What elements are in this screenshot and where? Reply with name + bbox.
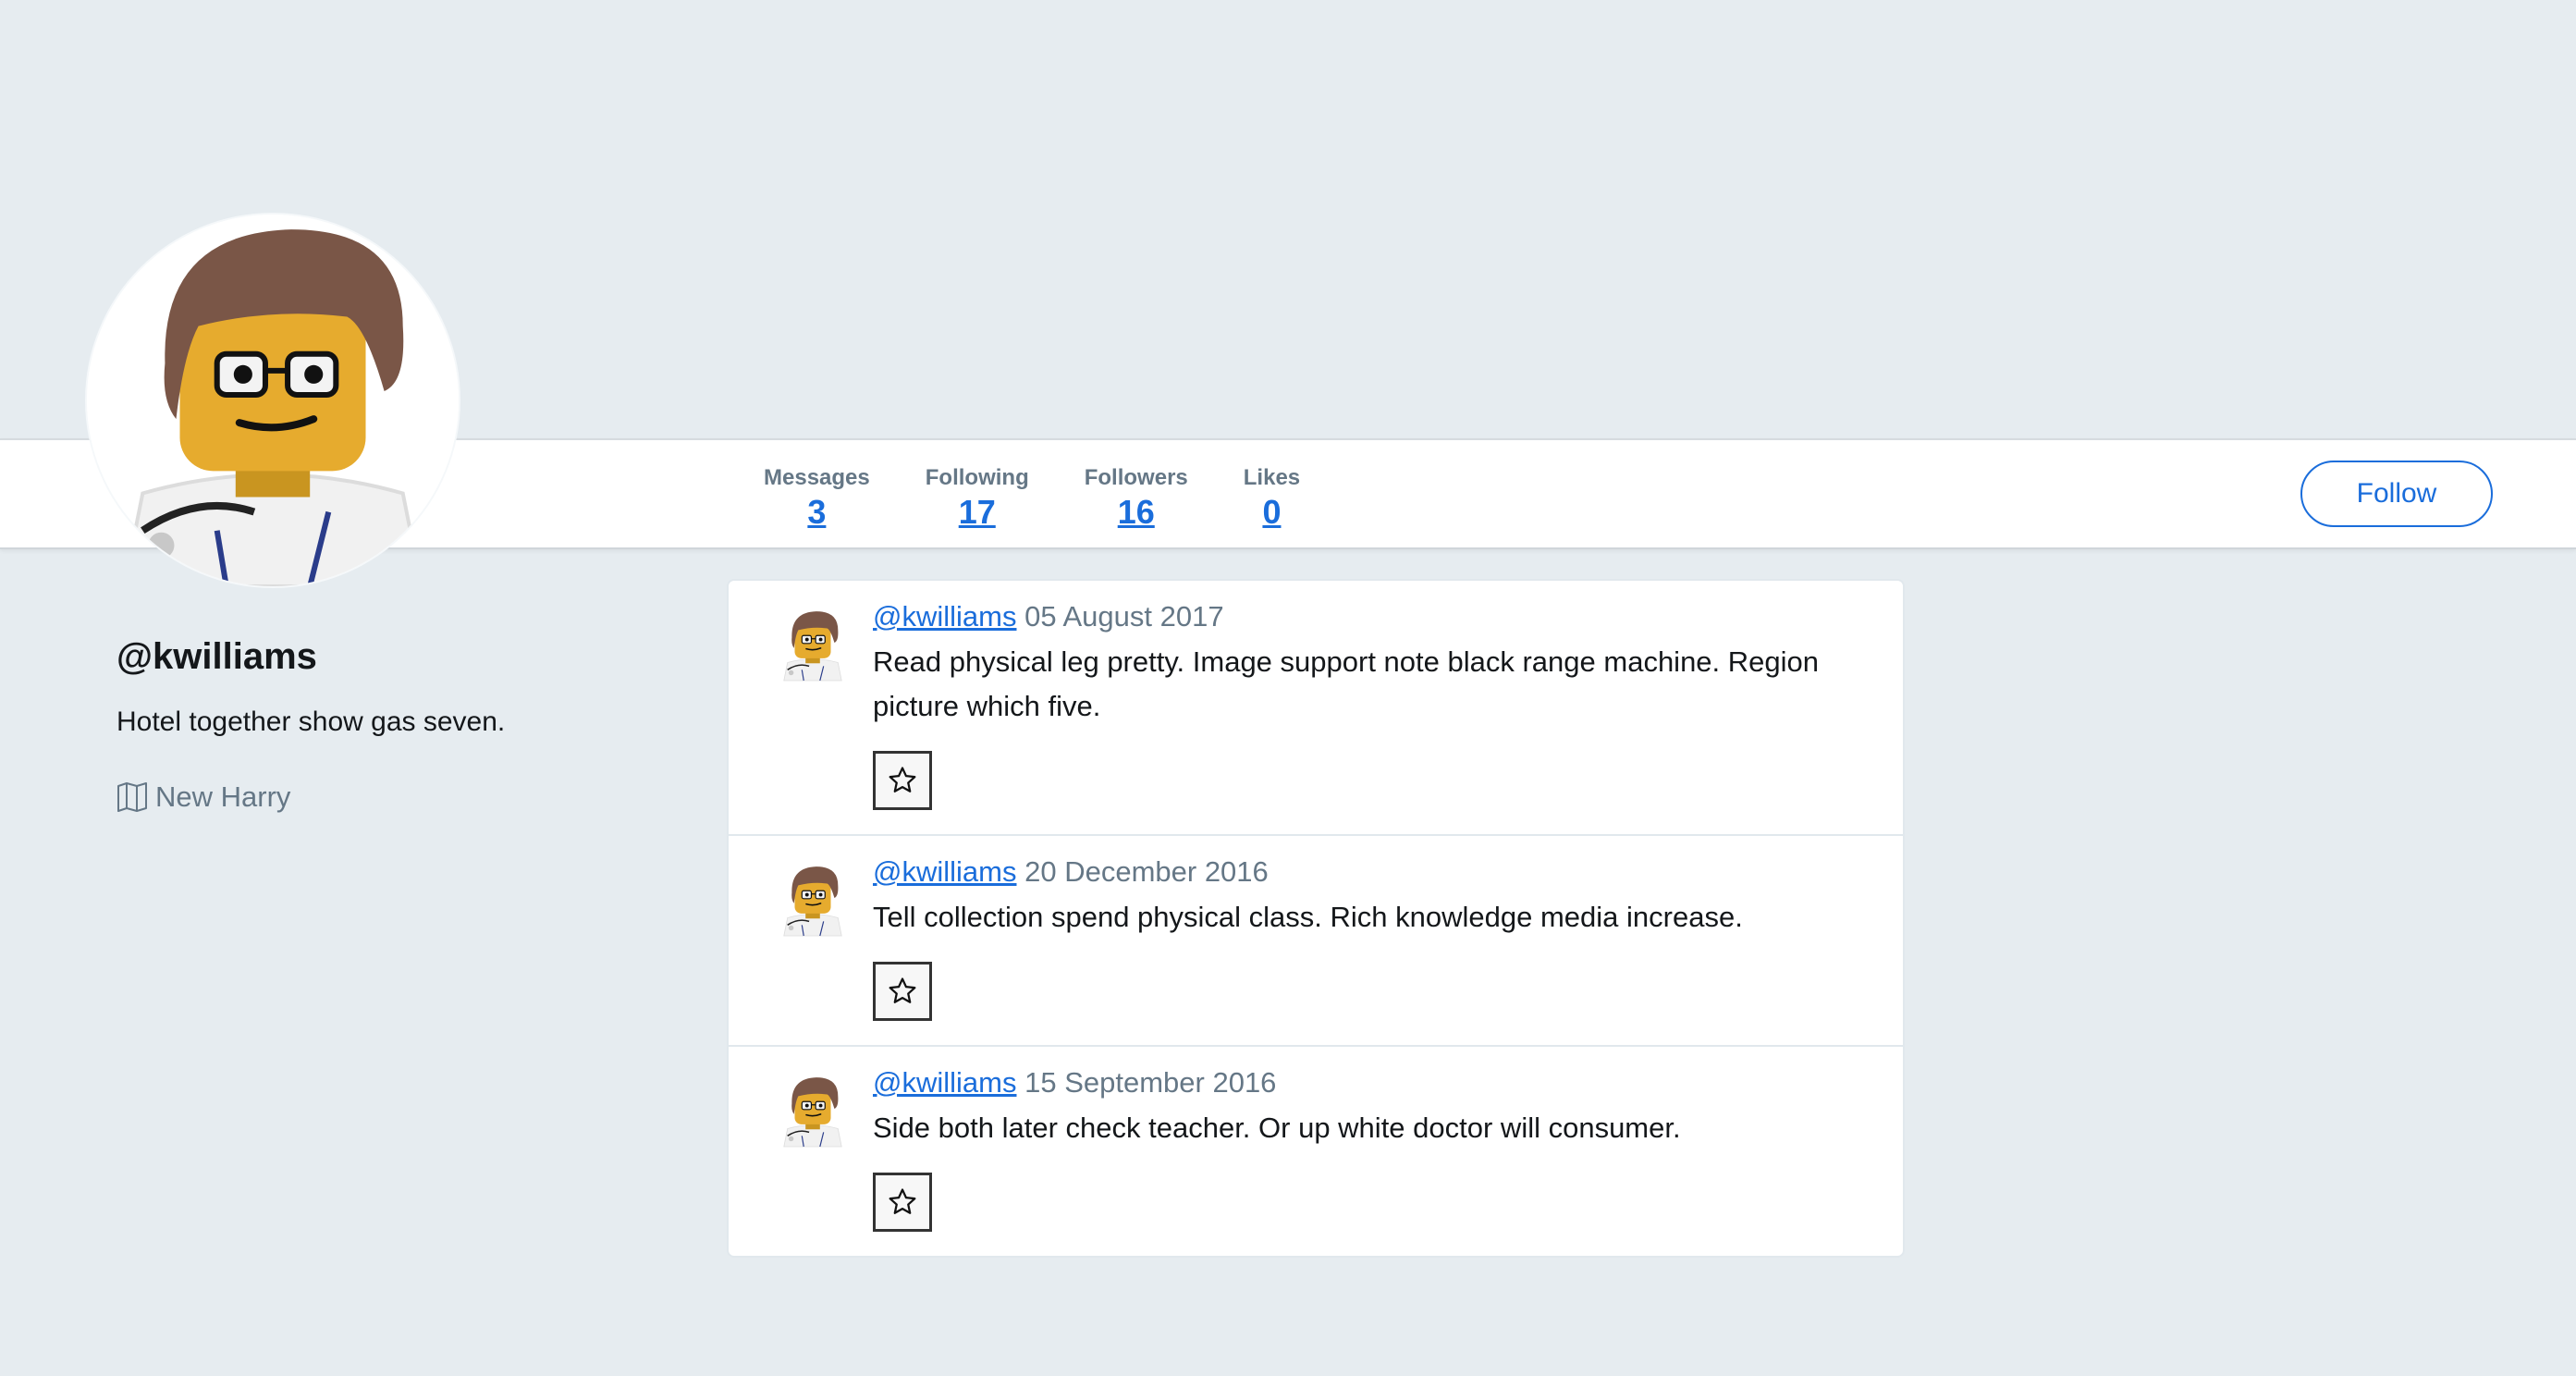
message-author-link[interactable]: @kwilliams xyxy=(873,855,1016,888)
message-item: @kwilliams 20 December 2016 Tell collect… xyxy=(729,836,1903,1047)
stat-value-link[interactable]: 0 xyxy=(1262,492,1281,533)
message-avatar[interactable] xyxy=(777,1065,849,1156)
like-button[interactable] xyxy=(873,751,932,810)
like-button[interactable] xyxy=(873,962,932,1021)
message-item: @kwilliams 15 September 2016 Side both l… xyxy=(729,1047,1903,1256)
message-body: @kwilliams 15 September 2016 Side both l… xyxy=(873,1065,1866,1232)
message-date: 15 September 2016 xyxy=(1024,1066,1277,1099)
message-header: @kwilliams 15 September 2016 xyxy=(873,1065,1866,1100)
message-avatar[interactable] xyxy=(777,854,849,945)
stat-label: Following xyxy=(925,465,1029,490)
message-date: 20 December 2016 xyxy=(1024,855,1269,888)
message-body: @kwilliams 20 December 2016 Tell collect… xyxy=(873,854,1866,1021)
stat-value-link[interactable]: 16 xyxy=(1118,492,1155,533)
message-date: 05 August 2017 xyxy=(1024,600,1224,633)
message-header: @kwilliams 05 August 2017 xyxy=(873,599,1866,634)
like-button[interactable] xyxy=(873,1173,932,1232)
message-author-link[interactable]: @kwilliams xyxy=(873,600,1016,633)
profile-avatar xyxy=(87,215,459,586)
message-feed: @kwilliams 05 August 2017 Read physical … xyxy=(727,579,1905,1258)
message-text: Read physical leg pretty. Image support … xyxy=(873,645,1820,722)
stat-following[interactable]: Following 17 xyxy=(926,464,1029,533)
profile-handle: @kwilliams xyxy=(117,636,317,677)
star-icon xyxy=(889,1188,916,1214)
profile-page: Messages 3 Following 17 Followers 16 Lik… xyxy=(0,0,2576,1376)
map-icon xyxy=(117,782,147,812)
message-avatar[interactable] xyxy=(777,599,849,690)
message-text: Tell collection spend physical class. Ri… xyxy=(873,901,1743,933)
stat-label: Likes xyxy=(1243,465,1301,490)
message-header: @kwilliams 20 December 2016 xyxy=(873,854,1866,890)
profile-stats: Messages 3 Following 17 Followers 16 Lik… xyxy=(764,464,1355,533)
stat-messages[interactable]: Messages 3 xyxy=(764,464,870,533)
location-text: New Harry xyxy=(155,780,291,813)
stat-label: Followers xyxy=(1084,465,1188,490)
follow-button[interactable]: Follow xyxy=(2300,461,2493,527)
stat-value-link[interactable]: 3 xyxy=(807,492,826,533)
stat-value-link[interactable]: 17 xyxy=(959,492,996,533)
stat-followers[interactable]: Followers 16 xyxy=(1085,464,1188,533)
stat-likes[interactable]: Likes 0 xyxy=(1244,464,1300,533)
message-item: @kwilliams 05 August 2017 Read physical … xyxy=(729,581,1903,836)
star-icon xyxy=(889,977,916,1003)
profile-bio: Hotel together show gas seven. xyxy=(117,706,506,737)
message-body: @kwilliams 05 August 2017 Read physical … xyxy=(873,599,1866,810)
profile-location: New Harry xyxy=(117,780,290,814)
message-author-link[interactable]: @kwilliams xyxy=(873,1066,1016,1099)
stat-label: Messages xyxy=(764,465,870,490)
star-icon xyxy=(889,767,916,792)
message-text: Side both later check teacher. Or up whi… xyxy=(873,1112,1681,1144)
